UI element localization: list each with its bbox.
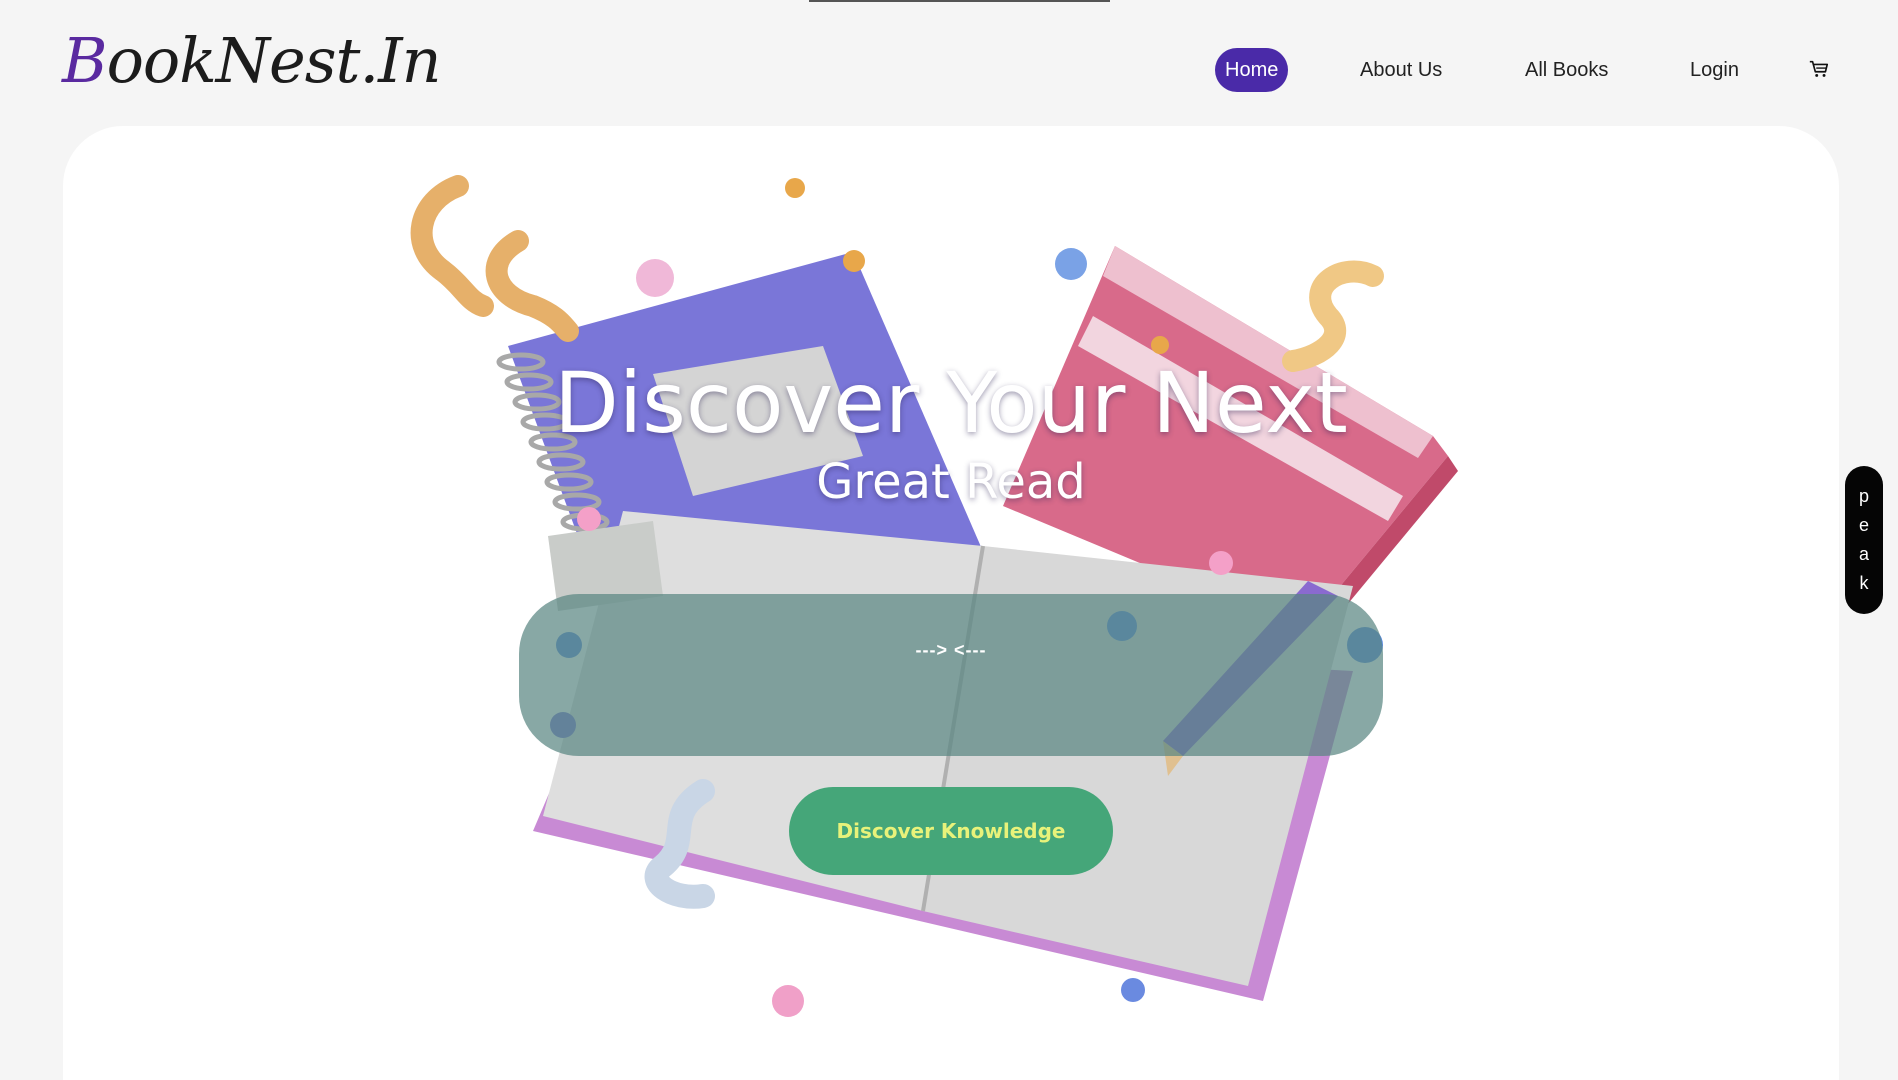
hero-headline: Discover Your Next [554, 354, 1348, 452]
site-header: BookNest.In Home About Us All Books Logi… [0, 0, 1898, 126]
search-panel[interactable]: ---> <--- [519, 594, 1383, 756]
logo-capital: B [62, 24, 108, 97]
hero-section: Discover Your Next Great Read ---> <--- … [63, 126, 1839, 1080]
peak-letter: k [1859, 573, 1869, 593]
peak-side-tab[interactable]: p e a k [1845, 466, 1883, 614]
logo-text: ookNest.In [106, 24, 442, 97]
cart-icon[interactable] [1808, 58, 1830, 80]
nav-about-us[interactable]: About Us [1360, 48, 1442, 92]
discover-knowledge-button[interactable]: Discover Knowledge [789, 787, 1113, 875]
logo[interactable]: BookNest.In [62, 30, 442, 92]
hero-subheadline: Great Read [816, 454, 1086, 510]
peak-letter: e [1858, 515, 1869, 535]
nav-all-books[interactable]: All Books [1525, 48, 1608, 92]
peak-letter: p [1858, 486, 1869, 506]
nav-login[interactable]: Login [1690, 48, 1739, 92]
nav-home[interactable]: Home [1215, 48, 1289, 92]
orange-curl [410, 175, 494, 317]
peak-letter: a [1858, 544, 1869, 564]
search-panel-text: ---> <--- [915, 640, 987, 660]
